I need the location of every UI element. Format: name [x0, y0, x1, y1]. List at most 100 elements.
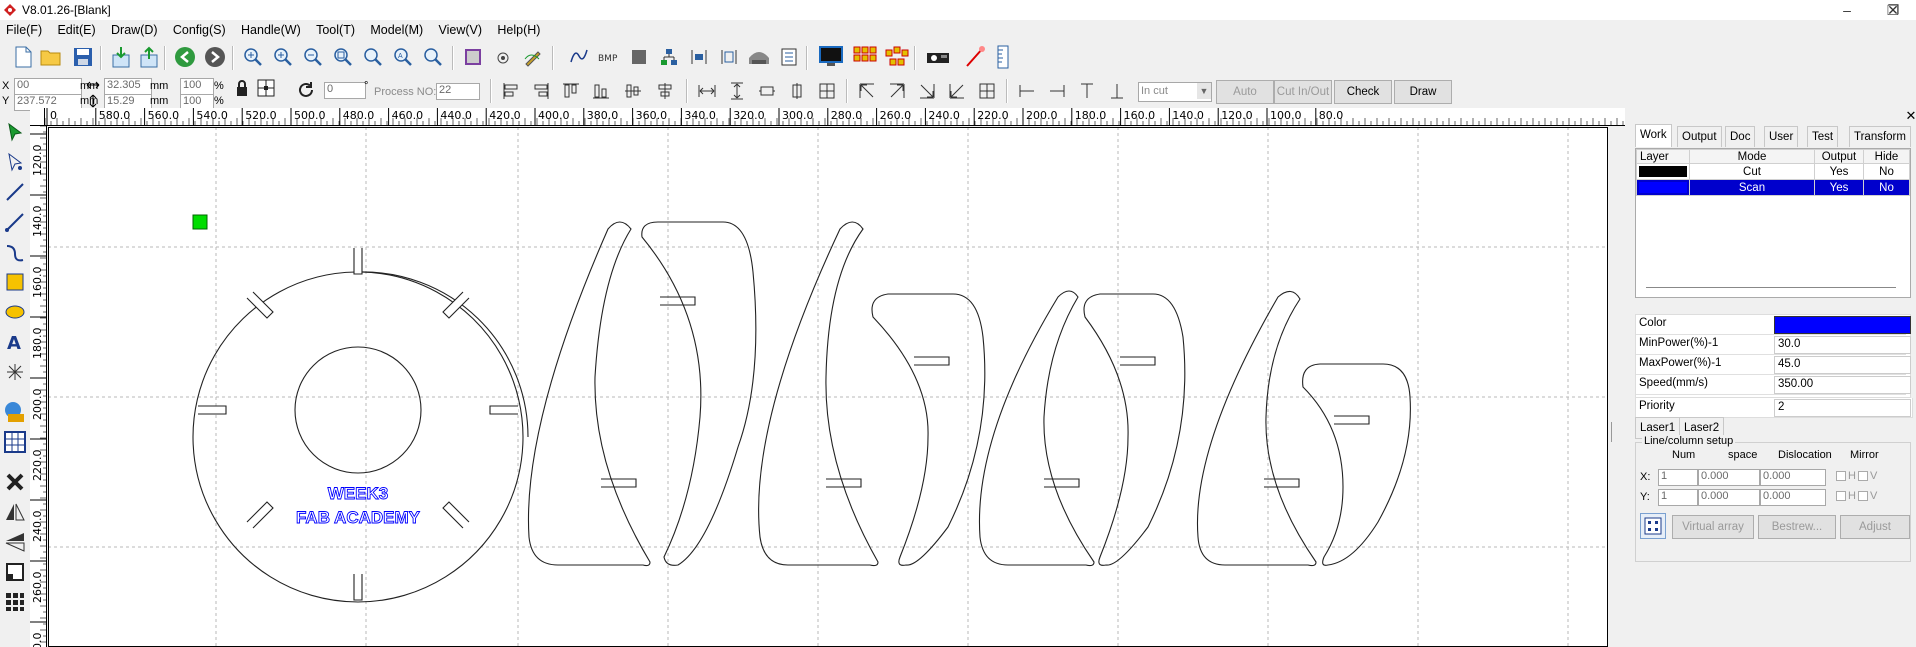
- array-toggle-icon[interactable]: [1640, 513, 1666, 539]
- mirror-y-h-checkbox[interactable]: [1836, 491, 1846, 501]
- text-tool-icon[interactable]: A: [3, 330, 27, 354]
- laser-machine-icon[interactable]: [926, 44, 952, 70]
- select-frame-icon[interactable]: [460, 44, 486, 70]
- align-left-icon[interactable]: [498, 78, 524, 104]
- same-width-icon[interactable]: [694, 78, 720, 104]
- align-bottom-edge-icon[interactable]: [1104, 78, 1130, 104]
- width-field[interactable]: 32.305: [104, 78, 152, 95]
- align-h-icon[interactable]: [686, 44, 712, 70]
- tab-user[interactable]: User: [1764, 126, 1799, 147]
- mirror-y-v-checkbox[interactable]: [1858, 491, 1868, 501]
- move-center-icon[interactable]: [974, 78, 1000, 104]
- cut-mode-select[interactable]: In cut ▼: [1138, 82, 1212, 102]
- layer-hide[interactable]: No: [1863, 163, 1910, 180]
- auto-button[interactable]: Auto: [1216, 80, 1274, 104]
- tab-transform[interactable]: Transform: [1849, 126, 1911, 147]
- bitmap-handle-icon[interactable]: [3, 400, 27, 424]
- align-bottom-icon[interactable]: [588, 78, 614, 104]
- distribute-h-icon[interactable]: [784, 78, 810, 104]
- bitmap-icon[interactable]: BMP: [596, 44, 622, 70]
- minpower-field[interactable]: 30.0: [1774, 336, 1911, 354]
- align-center-h-icon[interactable]: [652, 78, 678, 104]
- menu-view[interactable]: View(V): [433, 20, 489, 40]
- menu-tool[interactable]: Tool(T): [310, 20, 361, 40]
- array-copy-icon[interactable]: [884, 44, 910, 70]
- canvas-drawing[interactable]: WEEK3 FAB ACADEMY: [48, 127, 1608, 647]
- col-output[interactable]: Output: [1814, 149, 1864, 164]
- tab-test[interactable]: Test: [1807, 126, 1839, 147]
- fill-rect-icon[interactable]: [626, 44, 652, 70]
- move-bottomleft-icon[interactable]: [944, 78, 970, 104]
- align-top-edge-icon[interactable]: [1074, 78, 1100, 104]
- align-right-icon[interactable]: [528, 78, 554, 104]
- monitor-icon[interactable]: [818, 44, 844, 70]
- tab-doc[interactable]: Doc: [1725, 126, 1756, 147]
- layer-color-swatch[interactable]: [1639, 166, 1687, 177]
- layer-mode[interactable]: Scan: [1689, 179, 1815, 196]
- zoom-in-icon[interactable]: [270, 44, 296, 70]
- new-file-icon[interactable]: [10, 44, 36, 70]
- array-x-disloc-field[interactable]: 0.000: [1760, 469, 1826, 486]
- same-height-icon[interactable]: [724, 78, 750, 104]
- group-icon[interactable]: [656, 44, 682, 70]
- align-center-v-icon[interactable]: [620, 78, 646, 104]
- save-icon[interactable]: [70, 44, 96, 70]
- zoom-selected-icon[interactable]: [360, 44, 386, 70]
- vertical-scrollbar[interactable]: [1608, 127, 1625, 647]
- mirror-h-icon[interactable]: [3, 500, 27, 524]
- mirror-x-v-checkbox[interactable]: [1858, 471, 1868, 481]
- zoom-page-icon[interactable]: [330, 44, 356, 70]
- minimize-icon[interactable]: –: [1824, 0, 1870, 20]
- virtual-array-button[interactable]: Virtual array: [1672, 515, 1754, 539]
- curve-icon[interactable]: [566, 44, 592, 70]
- pen-edit-icon[interactable]: [520, 44, 546, 70]
- chevron-down-icon[interactable]: ▼: [1197, 83, 1211, 99]
- lock-ratio-icon[interactable]: [232, 78, 252, 98]
- open-folder-icon[interactable]: [38, 44, 64, 70]
- scale-x-field[interactable]: 100: [180, 78, 214, 95]
- engrave-text-line1[interactable]: WEEK3: [327, 484, 388, 504]
- rotate-angle-field[interactable]: 0: [324, 82, 366, 99]
- curve-tool-icon[interactable]: [3, 240, 27, 264]
- adjust-button[interactable]: Adjust: [1840, 515, 1910, 539]
- array-y-space-field[interactable]: 0.000: [1698, 489, 1760, 506]
- bestrew-button[interactable]: Bestrew...: [1758, 515, 1836, 539]
- drawing-canvas[interactable]: WEEK3 FAB ACADEMY: [48, 127, 1608, 647]
- array-x-num-field[interactable]: 1: [1658, 469, 1698, 486]
- menu-handle[interactable]: Handle(W): [235, 20, 307, 40]
- prop-color-swatch[interactable]: [1774, 316, 1911, 334]
- tab-output[interactable]: Output: [1677, 126, 1722, 147]
- ellipse-tool-icon[interactable]: [3, 300, 27, 324]
- tab-work[interactable]: Work: [1635, 124, 1672, 147]
- col-hide[interactable]: Hide: [1863, 149, 1910, 164]
- align-right-edge-icon[interactable]: [1044, 78, 1070, 104]
- menu-file[interactable]: File(F): [0, 20, 48, 40]
- align-v-icon[interactable]: [716, 44, 742, 70]
- col-layer[interactable]: Layer: [1636, 149, 1690, 164]
- zoom-data-icon[interactable]: A: [390, 44, 416, 70]
- flex-parts[interactable]: [527, 221, 1411, 567]
- process-no-field[interactable]: 22: [436, 83, 480, 100]
- layer-hide[interactable]: No: [1863, 179, 1910, 196]
- ruler-icon[interactable]: [990, 44, 1016, 70]
- array-x-space-field[interactable]: 0.000: [1698, 469, 1760, 486]
- array-icon[interactable]: [852, 44, 878, 70]
- col-mode[interactable]: Mode: [1689, 149, 1815, 164]
- zoom-all-icon[interactable]: [420, 44, 446, 70]
- layer-color-swatch[interactable]: [1639, 182, 1687, 193]
- array-y-num-field[interactable]: 1: [1658, 489, 1698, 506]
- menu-help[interactable]: Help(H): [491, 20, 546, 40]
- menu-model[interactable]: Model(M): [364, 20, 429, 40]
- zoom-out-icon[interactable]: [300, 44, 326, 70]
- reference-point-icon[interactable]: [256, 78, 276, 98]
- delete-icon[interactable]: [3, 470, 27, 494]
- laser-head-icon[interactable]: [746, 44, 772, 70]
- circle-part[interactable]: [192, 248, 529, 603]
- rotate-icon[interactable]: [294, 78, 318, 102]
- panel-close-icon[interactable]: ✕: [1905, 108, 1916, 123]
- layer-output[interactable]: Yes: [1814, 179, 1864, 196]
- node-select-icon[interactable]: [3, 150, 27, 174]
- speed-field[interactable]: 350.00: [1774, 376, 1911, 394]
- move-bottomright-icon[interactable]: [914, 78, 940, 104]
- layer-output[interactable]: Yes: [1814, 163, 1864, 180]
